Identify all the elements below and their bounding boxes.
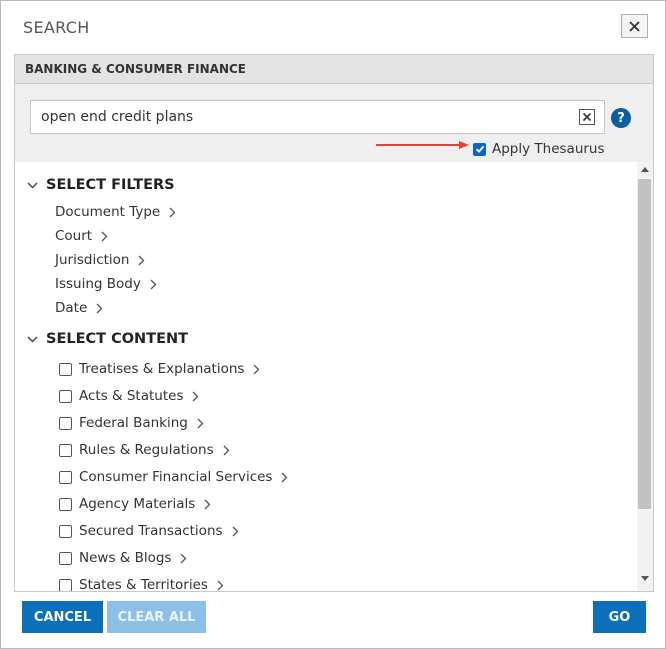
checkmark-icon [475,145,484,153]
clear-x-icon [582,112,592,122]
content-checkbox[interactable] [59,578,72,591]
content-item-consumer-financial-services: Consumer Financial Services [59,469,288,485]
filter-court[interactable]: Court [55,228,108,244]
go-button[interactable]: GO [593,601,646,633]
chevron-down-icon [27,336,38,342]
content-checkbox[interactable] [59,470,72,484]
chevron-right-icon [150,279,157,289]
filter-issuing-body[interactable]: Issuing Body [55,276,157,292]
chevron-right-icon [96,303,103,313]
chevron-right-icon[interactable] [223,445,230,456]
chevron-right-icon [101,231,108,241]
filter-label: Jurisdiction [55,252,130,268]
content-checkbox[interactable] [59,416,72,430]
content-label[interactable]: News & Blogs [79,550,171,566]
search-dialog: SEARCH BANKING & CONSUMER FINANCE ? [0,0,666,649]
filter-label: Court [55,228,93,244]
chevron-right-icon[interactable] [204,499,211,510]
clear-search-button[interactable] [579,109,595,125]
content-checkbox[interactable] [59,497,72,511]
content-checkbox[interactable] [59,389,72,403]
content-checkbox[interactable] [59,524,72,538]
content-item-acts-statutes: Acts & Statutes [59,388,199,404]
select-filters-toggle[interactable]: SELECT FILTERS [27,177,175,193]
content-label[interactable]: States & Territories [79,577,208,591]
scroll-up-icon[interactable] [641,166,649,172]
content-label[interactable]: Secured Transactions [79,523,223,539]
search-panel: BANKING & CONSUMER FINANCE ? [14,54,654,592]
chevron-right-icon[interactable] [253,364,260,375]
filter-label: Date [55,300,88,316]
content-checkbox[interactable] [59,362,72,376]
options-scrollbar[interactable] [637,162,653,591]
content-label[interactable]: Acts & Statutes [79,388,183,404]
content-item-agency-materials: Agency Materials [59,496,211,512]
dialog-title: SEARCH [23,18,90,37]
content-item-treatises: Treatises & Explanations [59,361,260,377]
content-checkbox[interactable] [59,443,72,457]
chevron-right-icon[interactable] [281,472,288,483]
content-item-news-blogs: News & Blogs [59,550,187,566]
close-icon [629,20,640,32]
chevron-right-icon [139,255,145,265]
content-label[interactable]: Consumer Financial Services [79,469,272,485]
chevron-right-icon [169,207,176,217]
apply-thesaurus-option[interactable]: Apply Thesaurus [473,141,605,157]
search-input[interactable] [31,101,571,133]
options-scroll-area: SELECT FILTERS Document Type Court Juris… [15,162,637,591]
content-checkbox[interactable] [59,551,72,565]
scroll-down-icon[interactable] [641,576,649,582]
chevron-right-icon[interactable] [232,526,239,537]
search-area: ? Apply Thesaurus [15,84,653,162]
chevron-right-icon[interactable] [192,391,199,402]
content-item-states-territories: States & Territories [59,577,224,591]
filter-document-type[interactable]: Document Type [55,204,176,220]
close-button[interactable] [621,14,648,38]
cancel-button[interactable]: CANCEL [22,601,103,633]
content-label[interactable]: Federal Banking [79,415,188,431]
search-field [30,100,605,134]
content-label[interactable]: Agency Materials [79,496,195,512]
select-content-title: SELECT CONTENT [46,331,188,347]
content-label[interactable]: Treatises & Explanations [79,361,244,377]
filter-date[interactable]: Date [55,300,103,316]
apply-thesaurus-label[interactable]: Apply Thesaurus [492,141,605,157]
select-filters-title: SELECT FILTERS [46,177,175,193]
scrollbar-thumb[interactable] [638,179,651,509]
dialog-titlebar: SEARCH [1,1,665,55]
panel-header-label: BANKING & CONSUMER FINANCE [25,62,246,76]
help-icon[interactable]: ? [611,108,631,128]
content-label[interactable]: Rules & Regulations [79,442,214,458]
content-item-secured-transactions: Secured Transactions [59,523,239,539]
apply-thesaurus-checkbox[interactable] [473,142,486,156]
chevron-right-icon[interactable] [197,418,204,429]
content-item-federal-banking: Federal Banking [59,415,204,431]
content-item-rules-regulations: Rules & Regulations [59,442,230,458]
panel-header: BANKING & CONSUMER FINANCE [15,55,653,84]
filter-label: Issuing Body [55,276,141,292]
annotation-arrow-icon [376,141,469,149]
chevron-down-icon [27,182,38,188]
clear-all-button[interactable]: CLEAR ALL [107,601,206,633]
chevron-right-icon[interactable] [217,580,224,591]
filter-jurisdiction[interactable]: Jurisdiction [55,252,145,268]
filter-label: Document Type [55,204,161,220]
select-content-toggle[interactable]: SELECT CONTENT [27,331,188,347]
chevron-right-icon[interactable] [180,553,187,564]
